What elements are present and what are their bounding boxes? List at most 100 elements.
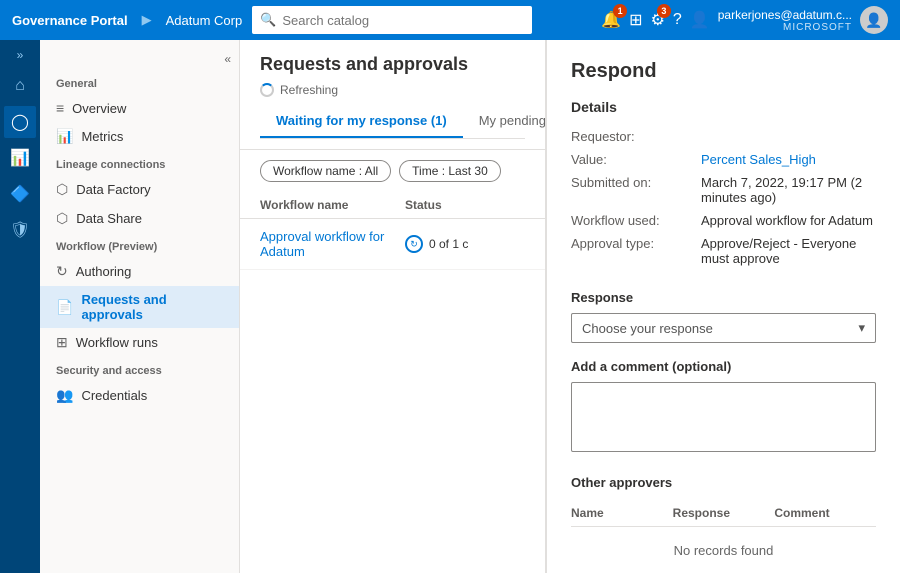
brand-label: Governance Portal — [12, 13, 128, 28]
content-area: Requests and approvals Refreshing Waitin… — [240, 40, 900, 573]
tab-waiting[interactable]: Waiting for my response (1) — [260, 105, 463, 138]
help-icon[interactable]: ? — [673, 11, 682, 29]
catalog-rail-icon[interactable]: ◯ — [4, 106, 36, 138]
refreshing-label: Refreshing — [280, 83, 338, 97]
notification-badge: 1 — [613, 4, 627, 18]
approvers-section: Other approvers Name Response Comment No… — [571, 475, 876, 573]
layout: » ⌂ ◯ 📊 🔷 🛡 « General ≡ Overview 📊 Metri… — [0, 40, 900, 573]
sidebar-item-requests[interactable]: 📄 Requests and approvals — [40, 286, 239, 328]
value-label: Value: — [571, 152, 701, 167]
sidebar-label-credentials: Credentials — [81, 388, 147, 403]
detail-row-submitted: Submitted on: March 7, 2022, 19:17 PM (2… — [571, 171, 876, 209]
sidebar-collapse: « — [40, 48, 239, 70]
search-input[interactable] — [282, 13, 524, 28]
org-label: Adatum Corp — [166, 13, 243, 28]
filter-workflow-name[interactable]: Workflow name : All — [260, 160, 391, 182]
refreshing-indicator: Refreshing — [260, 83, 525, 97]
sidebar-section-security: Security and access — [40, 357, 239, 381]
avatar[interactable]: 👤 — [860, 6, 888, 34]
sidebar-label-data-factory: Data Factory — [76, 182, 150, 197]
tab-pending[interactable]: My pending — [463, 105, 546, 138]
comment-label: Add a comment (optional) — [571, 359, 876, 374]
workflow-value: Approval workflow for Adatum — [701, 213, 873, 228]
requests-title: Requests and approvals — [260, 54, 525, 75]
value-value[interactable]: Percent Sales_High — [701, 152, 816, 167]
sidebar-item-overview[interactable]: ≡ Overview — [40, 94, 239, 122]
user-email: parkerjones@adatum.c... — [718, 8, 852, 22]
sidebar-item-metrics[interactable]: 📊 Metrics — [40, 122, 239, 151]
sidebar-item-credentials[interactable]: 👥 Credentials — [40, 381, 239, 410]
response-placeholder: Choose your response — [582, 321, 713, 336]
user-info: parkerjones@adatum.c... MICROSOFT — [718, 8, 852, 33]
respond-title: Respond — [571, 60, 876, 83]
workflow-label: Workflow used: — [571, 213, 701, 228]
status-text: 0 of 1 c — [429, 237, 468, 251]
sidebar-item-data-factory[interactable]: ⬡ Data Factory — [40, 175, 239, 204]
workflow-rail-icon[interactable]: 🔷 — [4, 178, 36, 210]
overview-icon: ≡ — [56, 100, 64, 116]
detail-row-value: Value: Percent Sales_High — [571, 148, 876, 171]
person-icon[interactable]: 👤 — [690, 10, 710, 30]
submitted-label: Submitted on: — [571, 175, 701, 205]
sidebar-section-lineage: Lineage connections — [40, 151, 239, 175]
sidebar-section-general: General — [40, 70, 239, 94]
detail-row-requestor: Requestor: — [571, 125, 876, 148]
response-section: Response Choose your response ▾ — [571, 290, 876, 343]
sidebar-collapse-btn[interactable]: « — [224, 52, 231, 66]
settings-icon[interactable]: ⚙3 — [651, 10, 665, 30]
table-row[interactable]: Approval workflow for Adatum ↻ 0 of 1 c — [240, 219, 545, 270]
approvers-table-header: Name Response Comment — [571, 500, 876, 527]
tabs: Waiting for my response (1) My pending — [260, 105, 525, 139]
details-section: Details Requestor: Value: Percent Sales_… — [571, 99, 876, 270]
sidebar-label-metrics: Metrics — [81, 129, 123, 144]
approver-col-response: Response — [673, 506, 775, 520]
topnav-icons: 🔔1 ⊞ ⚙3 ? 👤 parkerjones@adatum.c... MICR… — [601, 6, 888, 34]
col-header-status: Status — [405, 198, 525, 212]
refresh-spinner — [260, 83, 274, 97]
approvers-title: Other approvers — [571, 475, 876, 490]
no-records-message: No records found — [571, 527, 876, 573]
home-rail-icon[interactable]: ⌂ — [4, 70, 36, 102]
col-header-name: Workflow name — [260, 198, 405, 212]
grid-icon[interactable]: ⊞ — [629, 10, 642, 30]
detail-row-workflow: Workflow used: Approval workflow for Ada… — [571, 209, 876, 232]
credentials-icon: 👥 — [56, 387, 73, 404]
sidebar-label-data-share: Data Share — [76, 211, 142, 226]
sidebar-item-workflow-runs[interactable]: ⊞ Workflow runs — [40, 328, 239, 357]
comment-section: Add a comment (optional) — [571, 359, 876, 455]
detail-row-approval-type: Approval type: Approve/Reject - Everyone… — [571, 232, 876, 270]
search-box[interactable]: 🔍 — [252, 6, 532, 34]
comment-textarea[interactable] — [571, 382, 876, 452]
data-share-icon: ⬡ — [56, 210, 68, 227]
topnav: Governance Portal ▶ Adatum Corp 🔍 🔔1 ⊞ ⚙… — [0, 0, 900, 40]
workflow-link[interactable]: Approval workflow for Adatum — [260, 229, 384, 259]
requests-header: Requests and approvals Refreshing Waitin… — [240, 40, 545, 150]
approver-col-comment: Comment — [774, 506, 876, 520]
insights-rail-icon[interactable]: 📊 — [4, 142, 36, 174]
rail-expand-btn[interactable]: » — [17, 48, 24, 62]
response-dropdown[interactable]: Choose your response ▾ — [571, 313, 876, 343]
sidebar-label-overview: Overview — [72, 101, 126, 116]
submitted-value: March 7, 2022, 19:17 PM (2 minutes ago) — [701, 175, 876, 205]
user-company: MICROSOFT — [783, 22, 852, 33]
requests-icon: 📄 — [56, 299, 73, 316]
sidebar-item-data-share[interactable]: ⬡ Data Share — [40, 204, 239, 233]
notification-icon[interactable]: 🔔1 — [601, 10, 621, 30]
workflow-runs-icon: ⊞ — [56, 334, 68, 351]
response-label: Response — [571, 290, 876, 305]
sidebar-section-workflow: Workflow (Preview) — [40, 233, 239, 257]
policy-rail-icon[interactable]: 🛡 — [4, 214, 36, 246]
metrics-icon: 📊 — [56, 128, 73, 145]
filter-time[interactable]: Time : Last 30 — [399, 160, 501, 182]
filters: Workflow name : All Time : Last 30 — [240, 150, 545, 192]
approval-type-label: Approval type: — [571, 236, 701, 266]
sidebar-item-authoring[interactable]: ↻ Authoring — [40, 257, 239, 286]
sidebar: « General ≡ Overview 📊 Metrics Lineage c… — [40, 40, 240, 573]
approval-type-value: Approve/Reject - Everyone must approve — [701, 236, 876, 266]
settings-badge: 3 — [657, 4, 671, 18]
chevron-down-icon: ▾ — [858, 320, 865, 336]
search-icon: 🔍 — [260, 12, 276, 28]
requests-panel: Requests and approvals Refreshing Waitin… — [240, 40, 546, 573]
nav-separator: ▶ — [142, 12, 152, 28]
approver-col-name: Name — [571, 506, 673, 520]
